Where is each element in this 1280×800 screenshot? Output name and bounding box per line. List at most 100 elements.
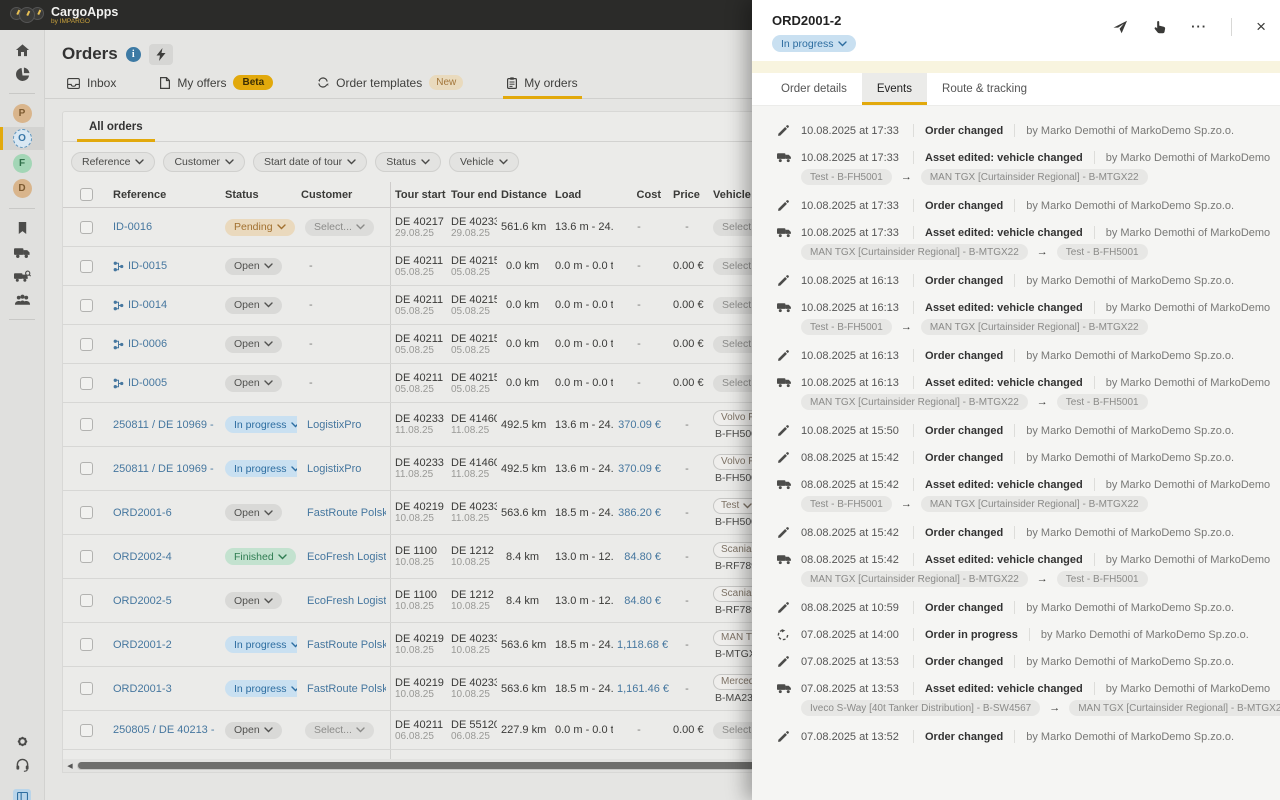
cost-cell[interactable]: 1,118.68 € [613, 637, 669, 653]
status-dropdown[interactable]: Open [225, 257, 282, 275]
row-checkbox[interactable] [79, 418, 93, 431]
row-checkbox[interactable] [79, 506, 93, 519]
cost-cell[interactable]: 370.09 € [613, 461, 669, 477]
team-icon[interactable] [0, 289, 45, 311]
customer-link[interactable]: EcoFresh Logistics [307, 551, 386, 563]
table-row[interactable]: ORD2002-4 Finished EcoFresh Logistics DE 11… [63, 535, 752, 579]
workspace-d[interactable]: D [0, 177, 45, 200]
scroll-left-arrow[interactable]: ◀ [63, 762, 77, 770]
status-dropdown[interactable]: In progress [225, 416, 297, 433]
row-checkbox[interactable] [79, 594, 93, 607]
row-checkbox[interactable] [79, 220, 93, 234]
filter-status[interactable]: Status [375, 152, 441, 172]
status-dropdown[interactable]: In progress [225, 636, 297, 653]
vehicle-pill[interactable]: Scania R450 [Re [713, 585, 752, 602]
table-row[interactable]: ORD2001-6 Open FastRoute Polska DE 40219 10.… [63, 491, 752, 535]
cost-cell[interactable]: 386.20 € [613, 505, 669, 521]
customer-link[interactable]: FastRoute Polska [307, 683, 386, 695]
vehicle-pill[interactable]: Mercedes Actros [713, 673, 752, 690]
row-checkbox[interactable] [79, 298, 93, 312]
col-distance[interactable]: Distance [497, 187, 547, 203]
scrollbar-thumb[interactable] [78, 762, 752, 769]
more-options-button[interactable]: ··· [1191, 20, 1207, 33]
vehicle-pill[interactable]: Volvo FH 500 [40 [713, 453, 752, 470]
subtab-all-orders[interactable]: All orders [77, 121, 155, 142]
status-dropdown[interactable]: Open [225, 592, 282, 609]
truck-icon[interactable] [0, 241, 45, 263]
workspace-p[interactable]: P [0, 102, 45, 125]
order-reference-link[interactable]: 250811 / DE 10969 - PL [113, 419, 217, 431]
scrollbar-track[interactable] [77, 761, 752, 770]
quick-actions-button[interactable] [148, 43, 173, 65]
order-reference-link[interactable]: 250805 / DE 40213 - DE [113, 724, 217, 736]
cost-cell[interactable]: 84.80 € [613, 549, 669, 565]
customer-link[interactable]: LogistixPro [307, 463, 361, 475]
col-price[interactable]: Price [669, 187, 709, 203]
app-logo[interactable]: CargoApps by IMPARGO [10, 5, 118, 25]
vehicle-select[interactable]: Select... [713, 296, 752, 314]
status-dropdown[interactable]: Finished [225, 548, 296, 565]
order-reference-link[interactable]: ID-0015 [128, 260, 167, 272]
truck-search-icon[interactable] [0, 265, 45, 287]
customer-select[interactable]: Select... [305, 218, 374, 236]
panel-tab-route-tracking[interactable]: Route & tracking [927, 73, 1042, 105]
col-customer[interactable]: Customer [297, 182, 391, 207]
panel-tab-events[interactable]: Events [861, 73, 928, 105]
status-dropdown[interactable]: Open [225, 335, 282, 353]
status-dropdown[interactable]: Open [225, 296, 282, 314]
panel-toggle-icon[interactable] [13, 789, 31, 800]
vehicle-select[interactable]: Select... [713, 218, 752, 236]
panel-tab-order-details[interactable]: Order details [766, 73, 862, 105]
order-reference-link[interactable]: ORD2002-5 [113, 595, 172, 607]
order-reference-link[interactable]: ORD2001-3 [113, 683, 172, 695]
workspace-f[interactable]: F [0, 152, 45, 175]
order-reference-link[interactable]: 250811 / DE 10969 - PL [113, 463, 217, 475]
filter-vehicle[interactable]: Vehicle [448, 152, 519, 172]
settings-gear-icon[interactable] [0, 730, 45, 752]
bookmark-icon[interactable] [0, 217, 45, 239]
home-icon[interactable] [0, 39, 45, 61]
col-tour-start[interactable]: Tour start [391, 187, 447, 203]
table-row[interactable]: ORD2002-5 Open EcoFresh Logistics DE 110010… [63, 579, 752, 623]
workspace-o-active[interactable]: O [0, 127, 45, 150]
table-row[interactable]: ORD2001-2 In progress FastRoute Polska DE 4… [63, 623, 752, 667]
order-reference-link[interactable]: ORD2001-2 [113, 639, 172, 651]
order-reference-link[interactable]: ID-0006 [128, 338, 167, 350]
row-checkbox[interactable] [79, 723, 93, 737]
order-reference-link[interactable]: ORD2002-4 [113, 551, 172, 563]
tab-my-offers[interactable]: My offers Beta [160, 75, 274, 98]
vehicle-select[interactable]: Select... [713, 374, 752, 392]
customer-link[interactable]: FastRoute Polska [307, 639, 386, 651]
row-checkbox[interactable] [79, 337, 93, 351]
close-panel-button[interactable]: × [1256, 18, 1266, 35]
row-checkbox[interactable] [79, 259, 93, 273]
col-load[interactable]: Load [547, 187, 613, 203]
order-reference-link[interactable]: ID-0005 [128, 377, 167, 389]
col-vehicle[interactable]: Vehicle [709, 187, 752, 203]
select-all-checkbox[interactable] [79, 188, 93, 201]
table-row[interactable]: 250811 / DE 10969 - PL In progress Logisti… [63, 447, 752, 491]
row-checkbox[interactable] [79, 682, 93, 695]
tab-my-orders[interactable]: My orders [503, 76, 582, 99]
status-dropdown[interactable]: In progress [225, 460, 297, 477]
row-checkbox[interactable] [79, 638, 93, 651]
order-reference-link[interactable]: ID-0014 [128, 299, 167, 311]
vehicle-select[interactable]: Select... [713, 335, 752, 353]
tab-order-templates[interactable]: Order templates New [317, 75, 464, 98]
col-reference[interactable]: Reference [109, 187, 221, 203]
customer-link[interactable]: FastRoute Polska [307, 507, 386, 519]
vehicle-pill[interactable]: Test [713, 497, 752, 514]
row-checkbox[interactable] [79, 550, 93, 563]
analytics-pie-icon[interactable] [0, 63, 45, 85]
table-row[interactable]: ID-0014 Open - DE 40211 05.08.25 DE 40215 05.0… [63, 286, 752, 325]
vehicle-pill[interactable]: Volvo FH 500 [40 [713, 409, 752, 426]
table-row[interactable]: 250805 / DE 40213 - DE Open Select... DE 40… [63, 711, 752, 750]
vehicle-select[interactable]: Select... [713, 721, 752, 739]
order-reference-link[interactable]: ID-0016 [113, 221, 152, 233]
col-tour-end[interactable]: Tour end [447, 187, 497, 203]
status-dropdown[interactable]: Pending [225, 218, 295, 236]
filter-customer[interactable]: Customer [163, 152, 245, 172]
tab-inbox[interactable]: Inbox [67, 76, 116, 98]
table-row[interactable]: 250811 / DE 10969 - PL In progress Logisti… [63, 403, 752, 447]
status-dropdown[interactable]: In progress [225, 680, 297, 697]
